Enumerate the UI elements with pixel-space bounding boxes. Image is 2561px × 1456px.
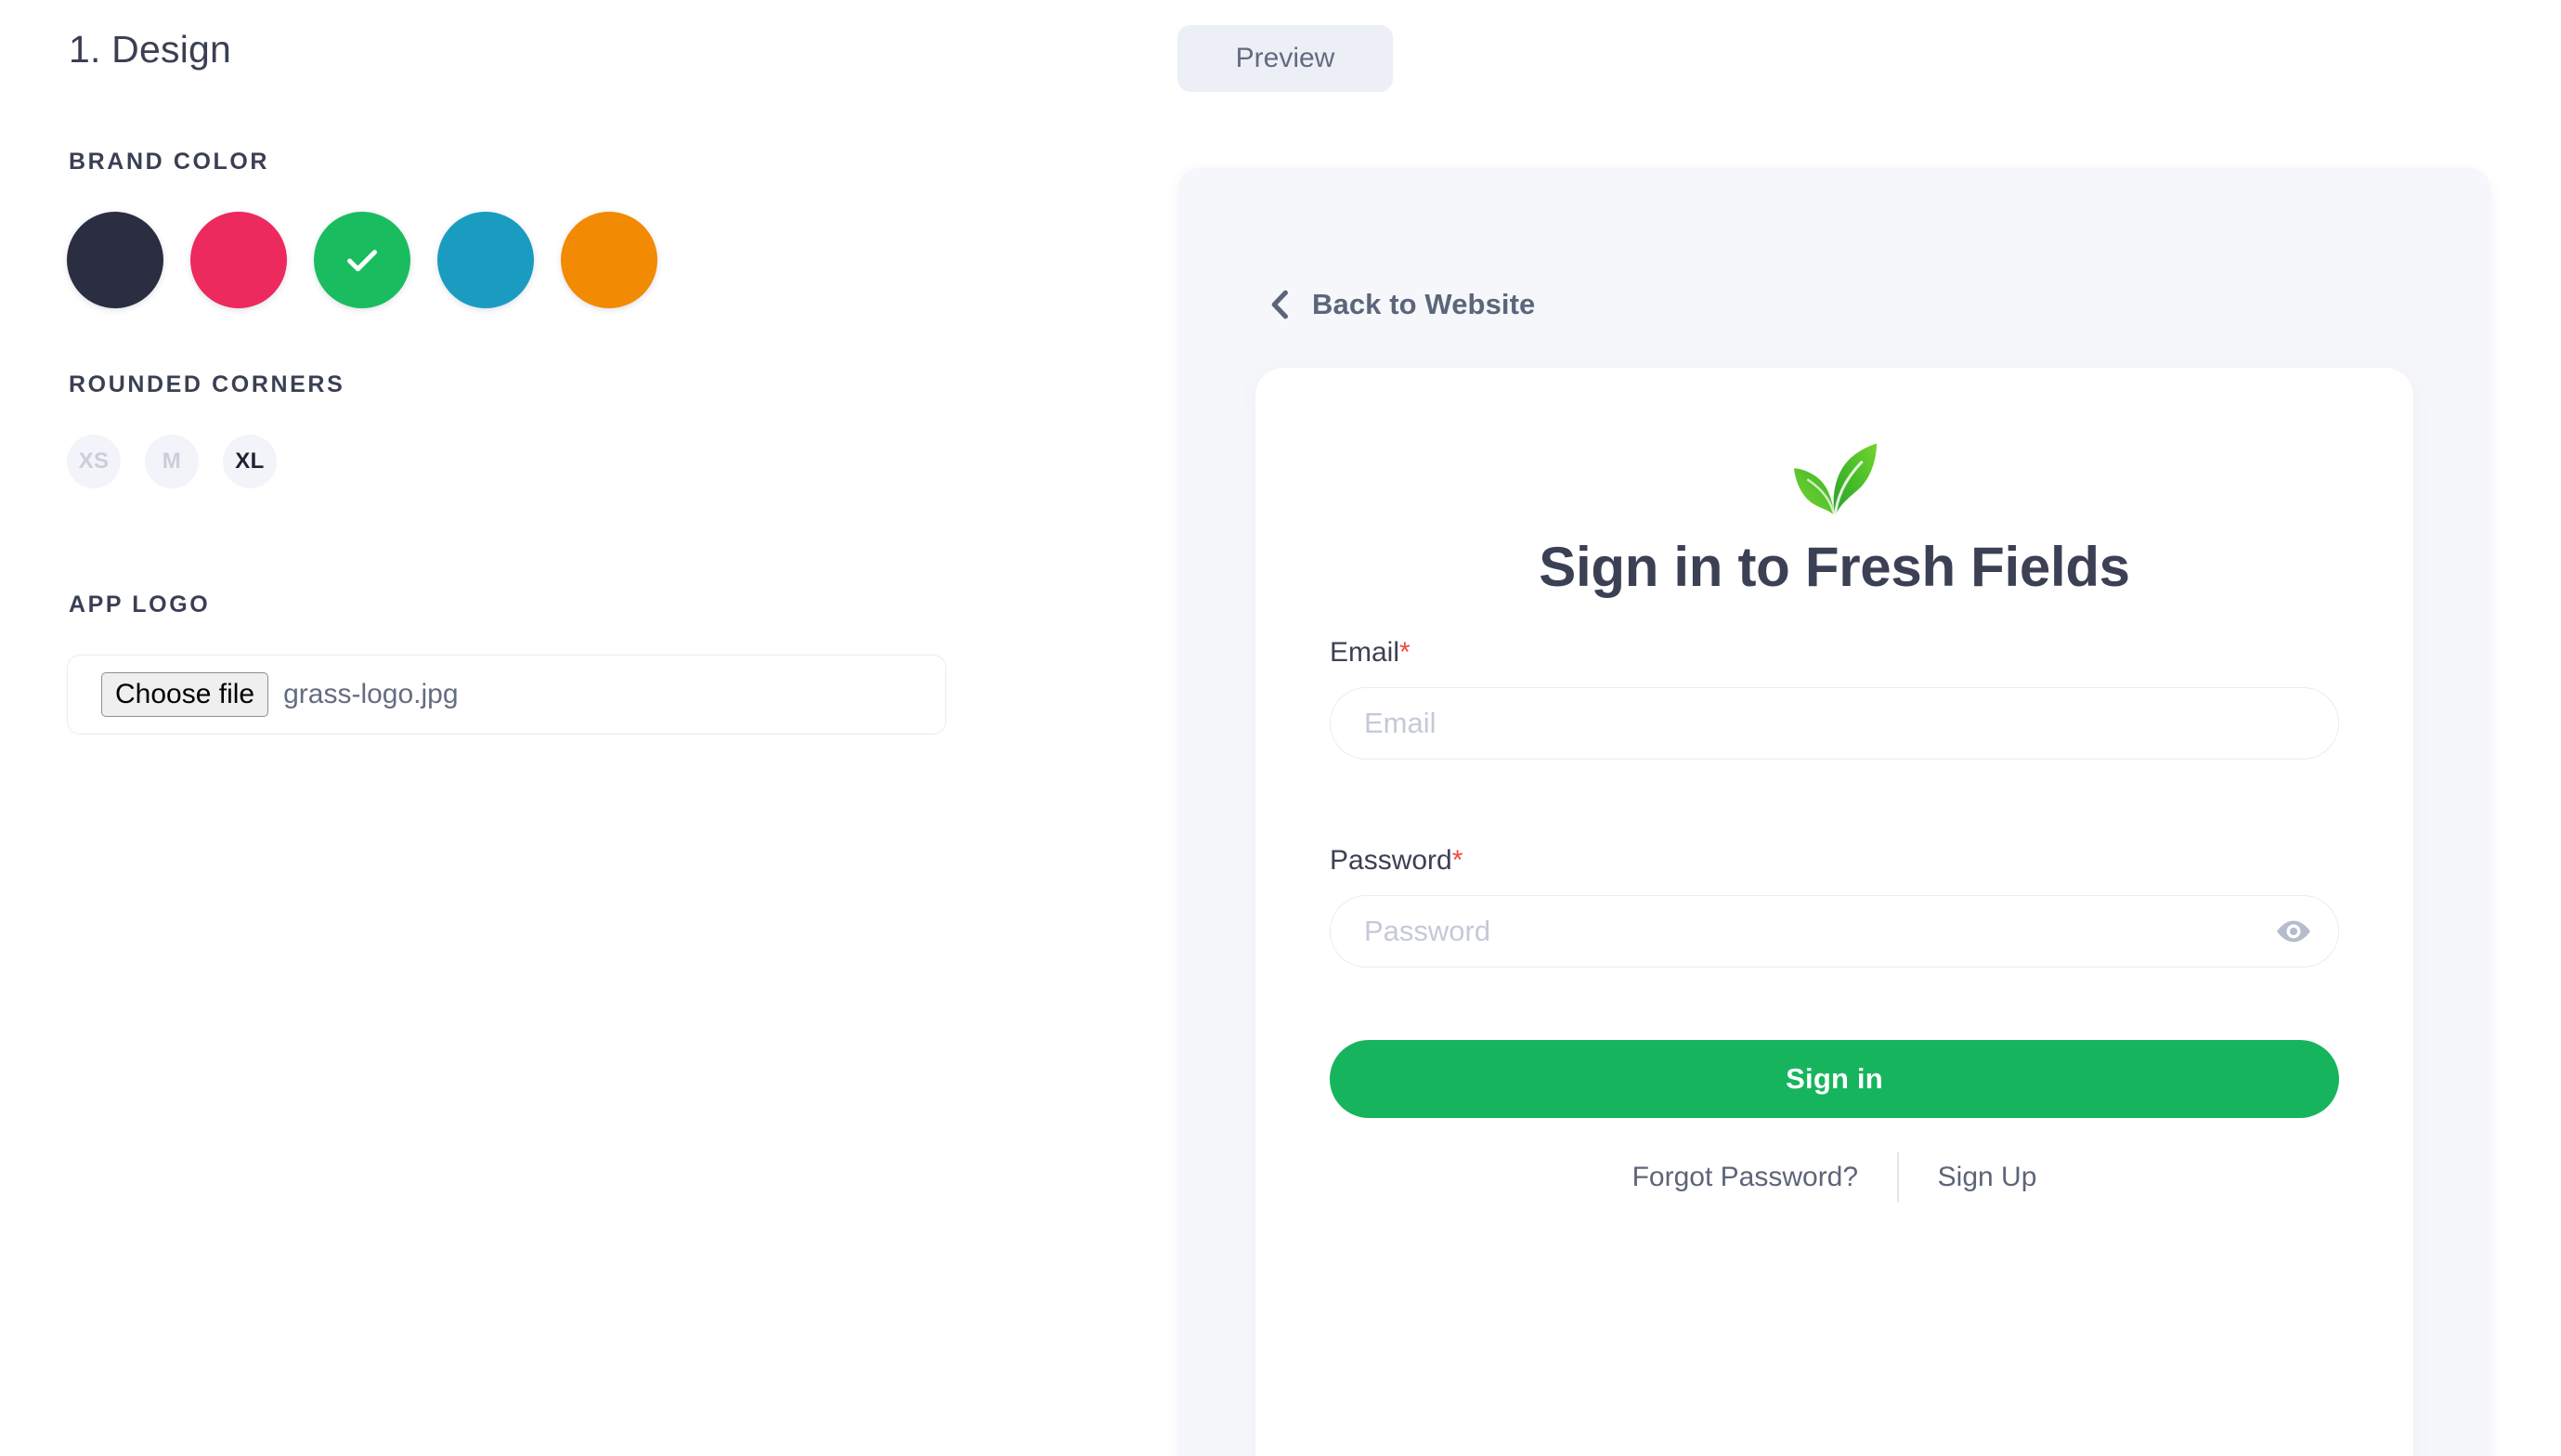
chevron-left-icon bbox=[1271, 290, 1288, 319]
sign-up-link[interactable]: Sign Up bbox=[1899, 1162, 2076, 1193]
toggle-password-visibility-button[interactable] bbox=[2273, 916, 2314, 947]
rounded-corners-option-group: XS M XL bbox=[67, 435, 277, 488]
email-label-text: Email bbox=[1330, 637, 1400, 668]
preview-panel: Preview Back to Website Sign in to Fresh… bbox=[1142, 0, 2561, 1456]
email-field-group: Email* bbox=[1330, 637, 2339, 760]
swatch-teal-blue[interactable] bbox=[437, 212, 534, 308]
app-logo-label: APP LOGO bbox=[69, 592, 211, 618]
back-to-website-link[interactable]: Back to Website bbox=[1270, 288, 1535, 321]
radius-option-xl[interactable]: XL bbox=[223, 435, 277, 488]
preview-stage: Back to Website Sign in to Fresh Fields … bbox=[1177, 167, 2491, 1456]
swatch-green[interactable] bbox=[314, 212, 410, 308]
auth-card: Sign in to Fresh Fields Email* Password* bbox=[1255, 368, 2413, 1456]
swatch-orange[interactable] bbox=[561, 212, 657, 308]
email-input-box[interactable] bbox=[1330, 687, 2339, 760]
selected-file-name: grass-logo.jpg bbox=[283, 679, 459, 709]
brand-color-label: BRAND COLOR bbox=[69, 149, 270, 175]
rounded-corners-label: ROUNDED CORNERS bbox=[69, 371, 345, 397]
required-asterisk: * bbox=[1451, 845, 1463, 876]
password-label-text: Password bbox=[1330, 845, 1452, 876]
back-to-website-label: Back to Website bbox=[1312, 288, 1536, 320]
email-input[interactable] bbox=[1331, 688, 2338, 759]
page-title: 1. Design bbox=[69, 28, 232, 71]
brand-color-swatch-group bbox=[67, 212, 657, 308]
app-logo-holder bbox=[1255, 435, 2413, 520]
swatch-crimson-pink[interactable] bbox=[190, 212, 287, 308]
sign-in-button[interactable]: Sign in bbox=[1330, 1040, 2339, 1118]
required-asterisk: * bbox=[1399, 637, 1410, 668]
password-input[interactable] bbox=[1331, 896, 2338, 967]
app-logo-file-input[interactable]: Choose file grass-logo.jpg bbox=[67, 655, 946, 734]
password-label: Password* bbox=[1330, 845, 2339, 877]
choose-file-button[interactable]: Choose file bbox=[101, 672, 269, 717]
app-root: 1. Design BRAND COLOR ROUNDED CORNERS XS… bbox=[0, 0, 2561, 1456]
auth-title: Sign in to Fresh Fields bbox=[1539, 536, 2130, 598]
leaf-sprout-icon bbox=[1793, 443, 1877, 519]
design-settings-panel: 1. Design BRAND COLOR ROUNDED CORNERS XS… bbox=[0, 0, 1142, 1456]
auth-footer: Forgot Password? Sign Up bbox=[1330, 1152, 2339, 1202]
tab-preview[interactable]: Preview bbox=[1177, 25, 1393, 92]
radius-option-xs[interactable]: XS bbox=[67, 435, 121, 488]
swatch-dark-navy[interactable] bbox=[67, 212, 163, 308]
eye-icon bbox=[2277, 920, 2310, 942]
password-field-group: Password* bbox=[1330, 845, 2339, 968]
radius-option-m[interactable]: M bbox=[145, 435, 199, 488]
forgot-password-link[interactable]: Forgot Password? bbox=[1593, 1162, 1897, 1193]
email-label: Email* bbox=[1330, 637, 2339, 669]
password-input-box[interactable] bbox=[1330, 895, 2339, 968]
check-icon bbox=[347, 250, 377, 272]
